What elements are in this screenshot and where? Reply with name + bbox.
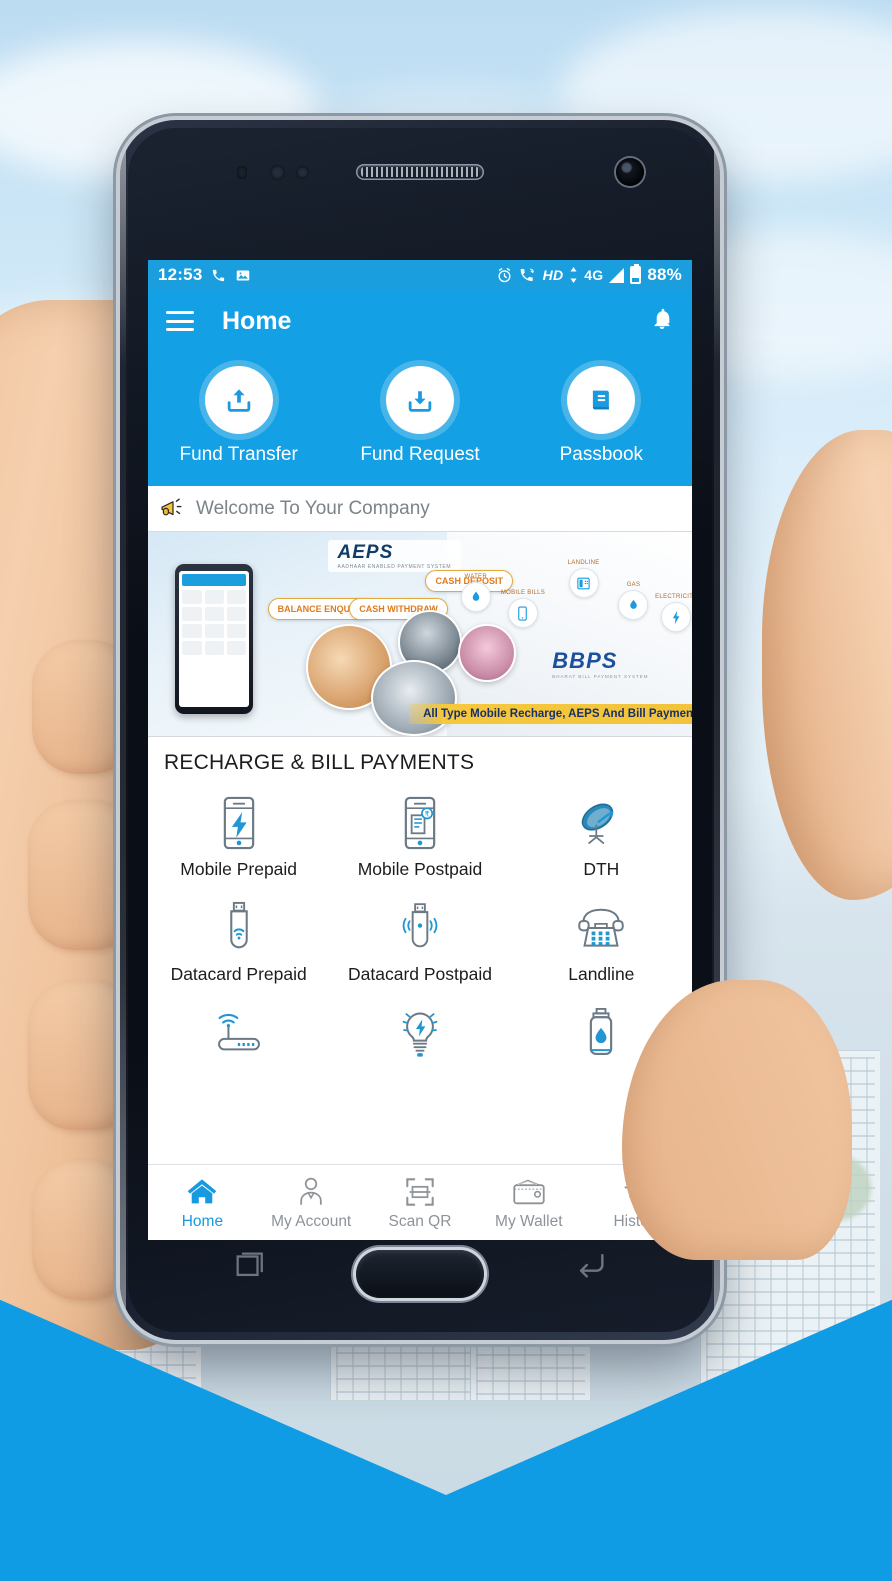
router-icon [150, 1005, 327, 1061]
nav-label: My Wallet [495, 1212, 563, 1230]
mobile-prepaid-icon [150, 795, 327, 851]
tile-datacard-postpaid[interactable]: Datacard Postpaid [329, 892, 510, 991]
banner-node-landline: LANDLINE [568, 560, 600, 598]
banner-node-water: WATER [460, 574, 491, 612]
promo-background: 12:53 HD 4G 88% Home Fund Transfer Fund … [0, 0, 892, 1581]
recents-key-icon[interactable] [232, 1248, 266, 1282]
hd-label: HD [542, 267, 564, 283]
tile-mobile-postpaid[interactable]: ₹ Mobile Postpaid [329, 787, 510, 886]
banner-node-electricity: ELECTRICITY [655, 594, 692, 632]
promo-banner[interactable]: AEPS AADHAAR ENABLED PAYMENT SYSTEM CASH… [148, 532, 692, 737]
bell-icon[interactable] [650, 307, 674, 336]
back-key-icon[interactable] [574, 1248, 608, 1282]
app-bar: Home [148, 290, 692, 352]
download-icon [385, 366, 454, 434]
banner-photo-notes [458, 624, 517, 682]
datacard-prepaid-icon [150, 900, 327, 956]
data-transfer-icon [570, 267, 577, 283]
nav-label: Scan QR [388, 1212, 452, 1230]
tile-mobile-prepaid[interactable]: Mobile Prepaid [148, 787, 329, 886]
proximity-sensor-icon [270, 165, 285, 180]
quick-action-label: Fund Request [360, 444, 480, 465]
nav-item-my-account[interactable]: My Account [257, 1175, 366, 1231]
aeps-logo: AEPS AADHAAR ENABLED PAYMENT SYSTEM [327, 540, 462, 572]
tile-dth[interactable]: DTH [511, 787, 692, 886]
recharge-section: RECHARGE & BILL PAYMENTS Mobile Prepaid … [148, 737, 692, 1164]
nav-label: My Account [271, 1212, 352, 1230]
phone-edge-highlight [120, 120, 126, 1340]
water-drop-icon [460, 582, 491, 612]
home-button[interactable] [356, 1250, 484, 1298]
signal-icon [609, 267, 625, 283]
tile-label: DTH [583, 859, 620, 879]
bbps-logo: BBPS BHARAT BILL PAYMENT SYSTEM [552, 648, 649, 679]
earpiece-speaker-icon [356, 164, 484, 180]
nav-label: Home [181, 1212, 224, 1230]
home-icon [148, 1175, 257, 1209]
battery-percent: 88% [647, 265, 682, 284]
nav-item-home[interactable]: Home [148, 1175, 257, 1231]
battery-icon [630, 264, 642, 284]
tile-landline[interactable]: Landline [511, 892, 692, 991]
image-icon [237, 270, 250, 280]
tile-label: Mobile Prepaid [180, 859, 298, 879]
tile-electricity[interactable] [329, 997, 510, 1075]
nav-item-scan-qr[interactable]: Scan QR [366, 1175, 475, 1231]
page-title: Home [222, 306, 292, 335]
landline-icon [568, 568, 599, 598]
wallet-icon [474, 1175, 583, 1209]
welcome-marquee: Welcome To Your Company [148, 486, 692, 532]
welcome-text: Welcome To Your Company [196, 497, 430, 519]
bulb-icon [331, 1005, 508, 1061]
bottom-navigation: Home My Account Scan QR My Wallet Histor… [148, 1164, 692, 1240]
section-title: RECHARGE & BILL PAYMENTS [164, 751, 475, 774]
tile-label: Mobile Postpaid [357, 859, 483, 879]
network-label: 4G [584, 267, 604, 283]
landline-phone-icon [513, 900, 690, 956]
banner-phone-mockup [175, 564, 254, 714]
alarm-icon [498, 267, 511, 282]
tile-label: Datacard Prepaid [170, 964, 307, 984]
book-icon [567, 366, 636, 434]
app-screen: 12:53 HD 4G 88% Home Fund Transfer Fund … [148, 260, 692, 1240]
status-bar: 12:53 HD 4G 88% [148, 260, 692, 290]
tile-label: Datacard Postpaid [348, 964, 492, 984]
banner-photo-card-swipe [371, 660, 458, 736]
quick-action-fund-request[interactable]: Fund Request [330, 366, 510, 466]
banner-node-gas: GAS [618, 582, 649, 620]
led-indicator-icon [237, 166, 247, 179]
mobile-icon [507, 598, 538, 628]
quick-action-label: Passbook [559, 444, 644, 465]
bbps-logo-subtitle: BHARAT BILL PAYMENT SYSTEM [552, 674, 649, 679]
satellite-dish-icon [513, 795, 690, 851]
upload-icon [204, 366, 273, 434]
tile-broadband[interactable] [148, 997, 329, 1075]
banner-node-mobile-bills: MOBILE BILLS [501, 590, 545, 628]
service-grid: Mobile Prepaid ₹ Mobile Postpaid DTH Dat… [148, 787, 692, 1075]
nav-item-my-wallet[interactable]: My Wallet [474, 1175, 583, 1231]
quick-action-fund-transfer[interactable]: Fund Transfer [149, 366, 329, 466]
hamburger-icon[interactable] [166, 311, 194, 331]
gas-flame-icon [618, 590, 649, 620]
quick-action-label: Fund Transfer [179, 444, 298, 465]
front-camera-icon [616, 158, 644, 186]
mobile-postpaid-icon: ₹ [331, 795, 508, 851]
quick-actions-row: Fund Transfer Fund Request Passbook [148, 352, 692, 486]
quick-action-passbook[interactable]: Passbook [512, 366, 692, 466]
qr-scan-icon [366, 1175, 475, 1209]
tile-datacard-prepaid[interactable]: Datacard Prepaid [148, 892, 329, 991]
svg-text:₹: ₹ [425, 810, 430, 819]
tile-label: Landline [568, 964, 635, 984]
bolt-icon [661, 602, 692, 632]
light-sensor-icon [296, 166, 309, 179]
user-icon [257, 1175, 366, 1209]
datacard-postpaid-icon [331, 900, 508, 956]
phone-icon [213, 269, 225, 281]
status-time: 12:53 [158, 265, 203, 284]
megaphone-icon [161, 498, 182, 515]
call-waiting-icon [520, 268, 534, 281]
banner-caption: All Type Mobile Recharge, AEPS And Bill … [409, 704, 692, 724]
